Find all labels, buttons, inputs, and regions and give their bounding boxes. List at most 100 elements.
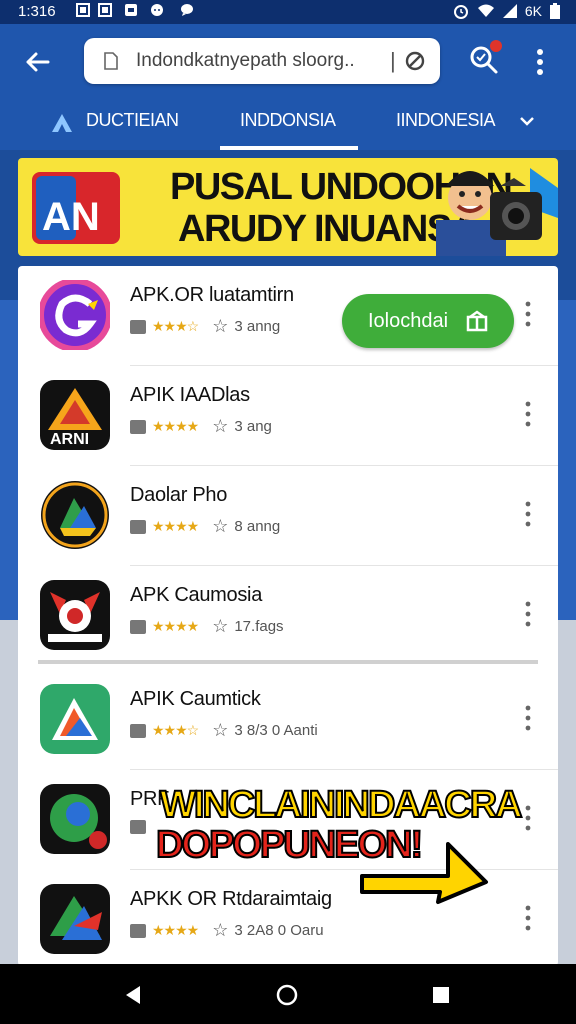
chat-icon [151, 4, 163, 16]
more-vert-icon[interactable] [522, 400, 534, 428]
status-time: 1:316 [18, 3, 56, 20]
system-nav-bar [0, 964, 576, 1024]
more-vert-icon[interactable] [522, 704, 534, 732]
tab-inddonsia[interactable]: INDDONSIA [240, 110, 336, 131]
url-bar[interactable]: Indondkatnyepath sloorg.. | [84, 38, 440, 84]
list-item[interactable]: ARNI APIK IAADlas ★★★★ ☆ 3 ang [18, 366, 558, 466]
app-icon [40, 684, 110, 754]
chevron-down-icon[interactable] [520, 116, 534, 126]
category-icon [130, 723, 146, 738]
star-icon: ☆ [212, 920, 229, 940]
app-icon [41, 481, 109, 549]
app-icon [40, 280, 110, 350]
more-vert-icon[interactable] [522, 904, 534, 932]
status-right: 6K [453, 3, 560, 19]
download-label: Iolochdai [368, 310, 449, 332]
list-item[interactable]: APK Caumosia ★★★★ ☆ 17.fags [18, 566, 558, 666]
category-icon [130, 319, 146, 334]
promo-line-1: WINCLAININDAACRA [159, 783, 524, 827]
app-icon [40, 784, 110, 854]
battery-icon [550, 3, 560, 19]
rating-text: 3 8/3 0 Aanti [234, 722, 318, 739]
photo-icon [125, 4, 137, 16]
star-icon: ☆ [212, 316, 229, 336]
message-icon [181, 4, 193, 16]
notification-icon [76, 3, 90, 17]
category-icon [130, 519, 146, 534]
gift-icon [466, 310, 488, 332]
tab-iindonesia[interactable]: IINDONESIA [396, 110, 496, 131]
section-divider [38, 660, 538, 664]
list-item[interactable]: Daolar Pho ★★★★ ☆ 8 anng [18, 466, 558, 566]
mascot-illustration [436, 168, 558, 256]
category-icon [130, 923, 146, 938]
star-rating: ★★★★ [152, 518, 199, 534]
download-button[interactable]: Iolochdai [342, 294, 514, 348]
nav-back-icon[interactable] [122, 984, 144, 1006]
promo-arrow-icon [360, 842, 488, 904]
star-icon: ☆ [212, 720, 229, 740]
app-icon [40, 884, 110, 954]
more-vert-icon[interactable] [522, 500, 534, 528]
text-cursor: | [390, 48, 396, 73]
more-vert-icon[interactable] [528, 46, 552, 78]
url-text[interactable]: Indondkatnyepath sloorg.. [136, 50, 355, 72]
star-rating: ★★★☆ [152, 318, 199, 334]
status-bar: 1:316 6K [0, 0, 576, 24]
promo-overlay[interactable]: WINCLAININDAACRA DOPOPUNEON! [152, 776, 524, 906]
list-item[interactable]: APIK Caumtick ★★★☆ ☆ 3 8/3 0 Aanti [18, 670, 558, 770]
more-vert-icon[interactable] [522, 300, 534, 328]
logo-text: AN [42, 195, 100, 239]
star-rating: ★★★★ [152, 418, 199, 434]
list-item[interactable]: APK.OR luatamtirn ★★★☆ ☆ 3 anng Iolochda… [18, 266, 558, 366]
star-icon: ☆ [212, 516, 229, 536]
browser-toolbar: Indondkatnyepath sloorg.. | [0, 24, 576, 98]
rating-text: 17.fags [234, 618, 284, 635]
back-arrow-icon[interactable] [20, 44, 56, 80]
category-icon [130, 820, 146, 834]
notification-badge [490, 40, 502, 52]
battery-label: 6K [524, 3, 542, 19]
app-name: APK Caumosia [130, 584, 263, 606]
rating-text: 3 ang [234, 418, 272, 435]
star-icon: ☆ [212, 416, 229, 436]
signal-icon [502, 4, 517, 18]
banner-logo: AN [32, 172, 120, 244]
star-rating: ★★★★ [152, 922, 199, 938]
brand-icon [52, 114, 72, 132]
alarm-icon [453, 5, 468, 19]
wifi-icon [477, 4, 494, 17]
app-meta [130, 820, 146, 834]
app-meta: ★★★★ ☆ 3 2A8 0 Oaru [130, 920, 324, 941]
app-name: Daolar Pho [130, 484, 228, 506]
svg-text:ARNI: ARNI [50, 431, 89, 448]
rating-text: 3 2A8 0 Oaru [234, 922, 324, 939]
category-icon [130, 619, 146, 634]
more-vert-icon[interactable] [522, 600, 534, 628]
app-icon: ARNI [40, 380, 110, 450]
app-meta: ★★★★ ☆ 17.fags [130, 616, 284, 637]
notification-icon [98, 3, 112, 17]
rating-text: 3 anng [234, 318, 281, 335]
app-meta: ★★★★ ☆ 8 anng [130, 516, 280, 537]
app-name: APK.OR luatamtirn [130, 284, 294, 306]
promo-banner[interactable]: AN PUSAL UNDOOHAN ARUDY INUANSA [18, 158, 558, 256]
more-vert-icon[interactable] [522, 804, 534, 832]
file-icon [104, 52, 118, 70]
star-rating: ★★★☆ [152, 722, 199, 738]
category-icon [130, 419, 146, 434]
rating-text: 8 anng [234, 518, 281, 535]
app-name: APIK IAADlas [130, 384, 250, 406]
app-name: APIK Caumtick [130, 688, 261, 710]
nav-home-icon[interactable] [276, 984, 298, 1006]
star-icon: ☆ [212, 616, 229, 636]
star-rating: ★★★★ [152, 618, 199, 634]
app-icon [40, 580, 110, 650]
clear-icon[interactable] [404, 50, 426, 72]
app-meta: ★★★☆ ☆ 3 anng [130, 316, 280, 337]
category-tabs: DUCTIEIAN INDDONSIA IINDONESIA [0, 98, 576, 150]
app-meta: ★★★☆ ☆ 3 8/3 0 Aanti [130, 720, 318, 741]
app-meta: ★★★★ ☆ 3 ang [130, 416, 272, 437]
nav-recent-icon[interactable] [432, 986, 450, 1004]
tab-ductieian[interactable]: DUCTIEIAN [86, 110, 179, 131]
